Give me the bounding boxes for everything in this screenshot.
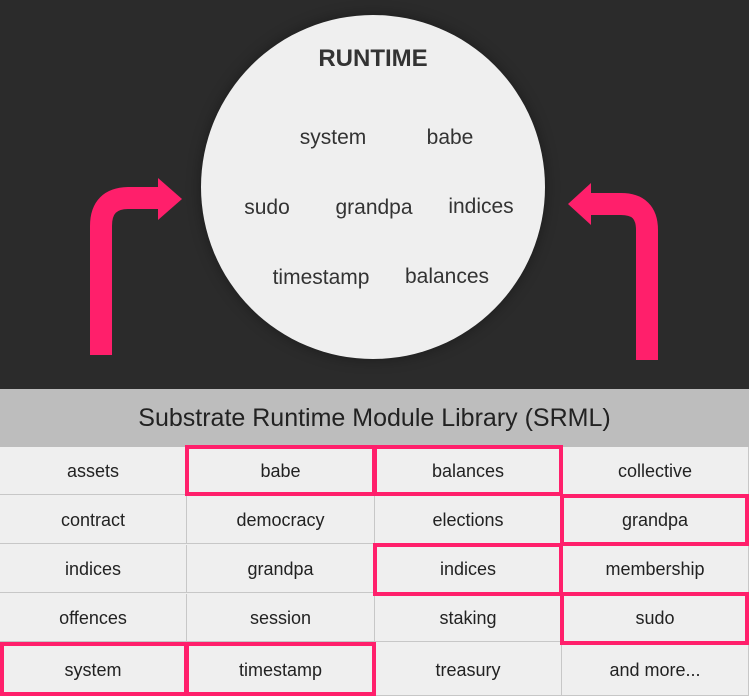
runtime-module-grandpa: grandpa — [335, 196, 413, 219]
library-grid: assets babe balances collective contract… — [0, 445, 749, 696]
left-arrow — [90, 187, 160, 355]
right-arrowhead — [568, 183, 591, 225]
library-cell: balances — [375, 447, 562, 495]
runtime-module-timestamp: timestamp — [272, 266, 370, 289]
library-cell: babe — [187, 447, 375, 495]
runtime-module-indices: indices — [448, 195, 514, 218]
runtime-area: RUNTIME system babe sudo grandpa indices… — [0, 0, 749, 389]
library-cell: treasury — [375, 644, 562, 696]
library-cell: offences — [0, 594, 187, 642]
library-cell: and more... — [562, 644, 749, 696]
left-arrowhead — [158, 178, 182, 220]
library-cell: grandpa — [187, 545, 375, 593]
library-cell: sudo — [562, 594, 749, 642]
right-arrow — [588, 193, 658, 360]
library-cell: democracy — [187, 496, 375, 544]
library-cell: assets — [0, 447, 187, 495]
runtime-module-sudo: sudo — [244, 196, 290, 219]
runtime-module-system: system — [299, 126, 367, 149]
library-cell: system — [0, 644, 187, 696]
runtime-diagram: RUNTIME system babe sudo grandpa indices… — [0, 0, 749, 696]
runtime-module-babe: babe — [426, 126, 474, 149]
library-title: Substrate Runtime Module Library (SRML) — [0, 389, 749, 447]
library-cell: collective — [562, 447, 749, 495]
library-cell: grandpa — [562, 496, 749, 544]
library-cell: staking — [375, 594, 562, 642]
library-cell: elections — [375, 496, 562, 544]
runtime-circle: RUNTIME system babe sudo grandpa indices… — [201, 15, 545, 359]
library-cell: contract — [0, 496, 187, 544]
library-cell: timestamp — [187, 644, 375, 696]
library-cell: indices — [375, 545, 562, 593]
library-cell: session — [187, 594, 375, 642]
runtime-title: RUNTIME — [318, 45, 428, 72]
library-cell: indices — [0, 545, 187, 593]
runtime-module-balances: balances — [404, 265, 490, 288]
library-cell: membership — [562, 545, 749, 593]
